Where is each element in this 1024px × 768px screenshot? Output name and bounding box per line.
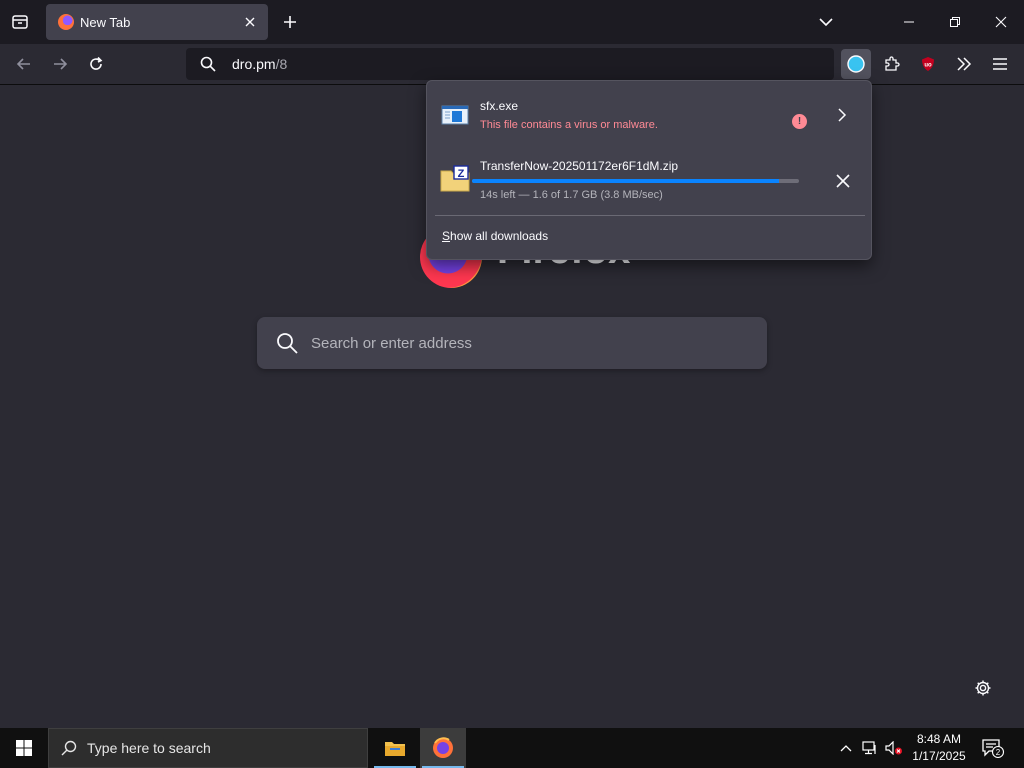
download-details-button[interactable] (828, 101, 856, 129)
tab-strip: New Tab (0, 0, 1024, 44)
firefox-icon (433, 737, 453, 758)
clock-time: 8:48 AM (916, 732, 962, 746)
app-menu-button[interactable] (985, 49, 1015, 79)
overflow-menu-button[interactable] (949, 49, 979, 79)
minimize-button[interactable] (886, 0, 932, 44)
arrow-right-icon (54, 58, 68, 70)
download-filename: sfx.exe (480, 99, 519, 113)
restore-icon (950, 17, 960, 27)
taskbar-search-placeholder: Type here to search (87, 740, 211, 756)
zip-archive-icon: Z (440, 165, 470, 192)
double-chevron-right-icon (957, 57, 972, 71)
network-tray-button[interactable] (859, 728, 881, 768)
folder-icon (385, 742, 405, 756)
firefox-view-icon (12, 15, 28, 29)
windows-taskbar: Type here to search 8:48 AM 1/17/2025 2 (0, 728, 1024, 768)
show-all-downloads-button[interactable]: Show all downloads (442, 229, 548, 243)
ublock-shield-icon: uo (922, 57, 934, 71)
arrow-left-icon (16, 58, 30, 70)
chevron-down-icon (819, 18, 833, 27)
back-button[interactable] (9, 49, 39, 79)
search-icon (61, 740, 77, 756)
close-icon (995, 16, 1007, 28)
list-all-tabs-button[interactable] (814, 10, 838, 34)
download-filename: TransferNow-202501172er6F1dM.zip (480, 159, 679, 173)
minimize-icon (904, 21, 914, 23)
taskbar-clock[interactable]: 8:48 AM 1/17/2025 (906, 731, 972, 765)
volume-muted-icon (885, 741, 902, 755)
search-icon (275, 331, 299, 355)
windows-logo-icon (16, 740, 32, 756)
newtab-search-box[interactable]: Search or enter address (257, 317, 767, 369)
ublock-origin-button[interactable]: uo (913, 49, 943, 79)
address-bar[interactable]: dro.pm/8 (186, 48, 834, 80)
start-button[interactable] (0, 728, 48, 768)
chevron-up-icon (840, 745, 852, 752)
close-icon (836, 174, 850, 188)
reload-button[interactable] (81, 49, 111, 79)
firefox-favicon-icon (58, 14, 74, 30)
newtab-settings-button[interactable] (972, 677, 994, 699)
puzzle-icon (885, 56, 900, 71)
extensions-button[interactable] (877, 49, 907, 79)
chevron-right-icon (838, 108, 847, 122)
newtab-search-placeholder: Search or enter address (311, 334, 472, 352)
forward-button[interactable] (45, 49, 75, 79)
download-item-sfx[interactable]: sfx.exe This file contains a virus or ma… (435, 87, 865, 143)
warning-icon: ! (792, 114, 807, 129)
hamburger-icon (993, 58, 1007, 70)
downloads-button[interactable] (841, 49, 871, 79)
downloads-panel: sfx.exe This file contains a virus or ma… (426, 80, 872, 260)
file-explorer-taskbar-button[interactable] (372, 728, 418, 768)
notification-count: 2 (996, 748, 1001, 757)
svg-text:uo: uo (924, 63, 932, 69)
plus-icon (284, 16, 296, 28)
show-all-label: how all downloads (450, 229, 549, 243)
panel-divider (435, 215, 865, 216)
executable-file-icon (441, 105, 469, 125)
action-center-button[interactable]: 2 (978, 728, 1008, 768)
svg-text:Z: Z (458, 168, 465, 180)
download-progress-bar (472, 179, 799, 183)
close-window-button[interactable] (978, 0, 1024, 44)
download-malware-warning: This file contains a virus or malware. (480, 119, 658, 131)
download-item-zip[interactable]: Z TransferNow-202501172er6F1dM.zip 14s l… (435, 147, 865, 203)
new-tab-button[interactable] (278, 10, 302, 34)
show-hidden-icons-button[interactable] (836, 728, 856, 768)
url-host: dro.pm (232, 56, 276, 72)
close-icon (245, 17, 255, 27)
download-progress-status: 14s left — 1.6 of 1.7 GB (3.8 MB/sec) (480, 189, 663, 201)
url-path: /8 (275, 56, 288, 72)
volume-tray-button[interactable] (883, 728, 905, 768)
clock-date: 1/17/2025 (912, 749, 966, 763)
access-key: S (442, 229, 451, 243)
tab-title: New Tab (80, 14, 131, 30)
restore-button[interactable] (932, 0, 978, 44)
tab-close-button[interactable] (242, 14, 258, 30)
tab-new-tab[interactable]: New Tab (46, 4, 268, 40)
navigation-toolbar: dro.pm/8 uo (0, 44, 1024, 85)
reload-icon (90, 56, 103, 70)
download-progress-icon (847, 55, 865, 73)
notification-icon: 2 (982, 739, 1005, 758)
search-icon (198, 54, 218, 74)
cancel-download-button[interactable] (829, 167, 857, 195)
network-icon (862, 741, 876, 755)
taskbar-search-box[interactable]: Type here to search (48, 728, 368, 768)
gear-icon (975, 680, 991, 696)
firefox-taskbar-button[interactable] (420, 728, 466, 768)
firefox-view-button[interactable] (6, 8, 34, 36)
download-progress-fill (472, 179, 780, 183)
